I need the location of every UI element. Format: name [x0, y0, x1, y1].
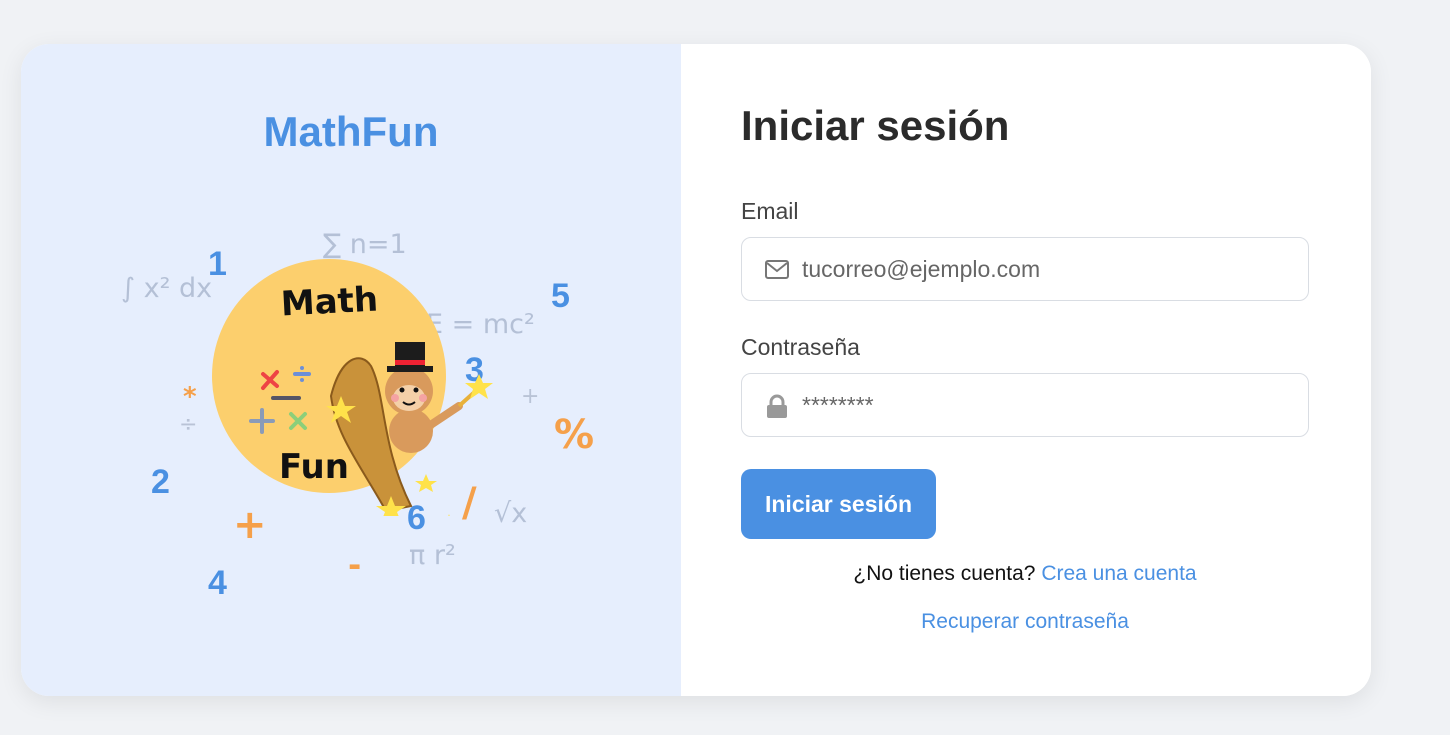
operator-plus-gray: +: [521, 384, 540, 409]
logo-text-math: Math: [280, 280, 379, 325]
login-button[interactable]: Iniciar sesión: [741, 469, 936, 539]
number-4: 4: [208, 564, 227, 602]
number-5: 5: [551, 277, 570, 315]
email-label: Email: [741, 198, 799, 224]
login-title: Iniciar sesión: [741, 102, 1010, 149]
number-2: 2: [151, 463, 170, 501]
formula-integral: ∫ x² dx: [121, 273, 213, 304]
password-field-wrapper: [741, 373, 1309, 437]
no-account-text: ¿No tienes cuenta?: [853, 562, 1042, 585]
operator-minus: -: [348, 546, 362, 584]
register-link[interactable]: Crea una cuenta: [1041, 562, 1196, 585]
login-card: MathFun ∑ n=1 ∫ x² dx E = mc² √x π r² 1 …: [21, 44, 1371, 696]
brand-title: MathFun: [263, 108, 439, 155]
operator-percent: %: [554, 412, 595, 458]
email-input[interactable]: [802, 238, 1282, 300]
mathfun-logo: Math Fun: [211, 256, 511, 529]
recover-password-link[interactable]: Recuperar contraseña: [921, 610, 1129, 633]
recover-row: Recuperar contraseña: [741, 610, 1309, 634]
login-panel: Iniciar sesión Email Contraseña Iniciar …: [681, 44, 1371, 696]
formula-area: π r²: [409, 540, 456, 571]
mathfun-logo-art: Math Fun: [212, 259, 493, 529]
lock-icon: [764, 394, 790, 418]
operator-multiply: *: [183, 382, 197, 412]
brand-panel: MathFun ∑ n=1 ∫ x² dx E = mc² √x π r² 1 …: [21, 44, 681, 696]
register-prompt: ¿No tienes cuenta? Crea una cuenta: [741, 562, 1309, 586]
password-input[interactable]: [802, 374, 1282, 436]
operator-divide: ÷: [179, 412, 198, 437]
logo-text-fun: Fun: [279, 447, 349, 487]
password-label: Contraseña: [741, 334, 860, 360]
envelope-icon: [764, 258, 790, 282]
email-field-wrapper: [741, 237, 1309, 301]
